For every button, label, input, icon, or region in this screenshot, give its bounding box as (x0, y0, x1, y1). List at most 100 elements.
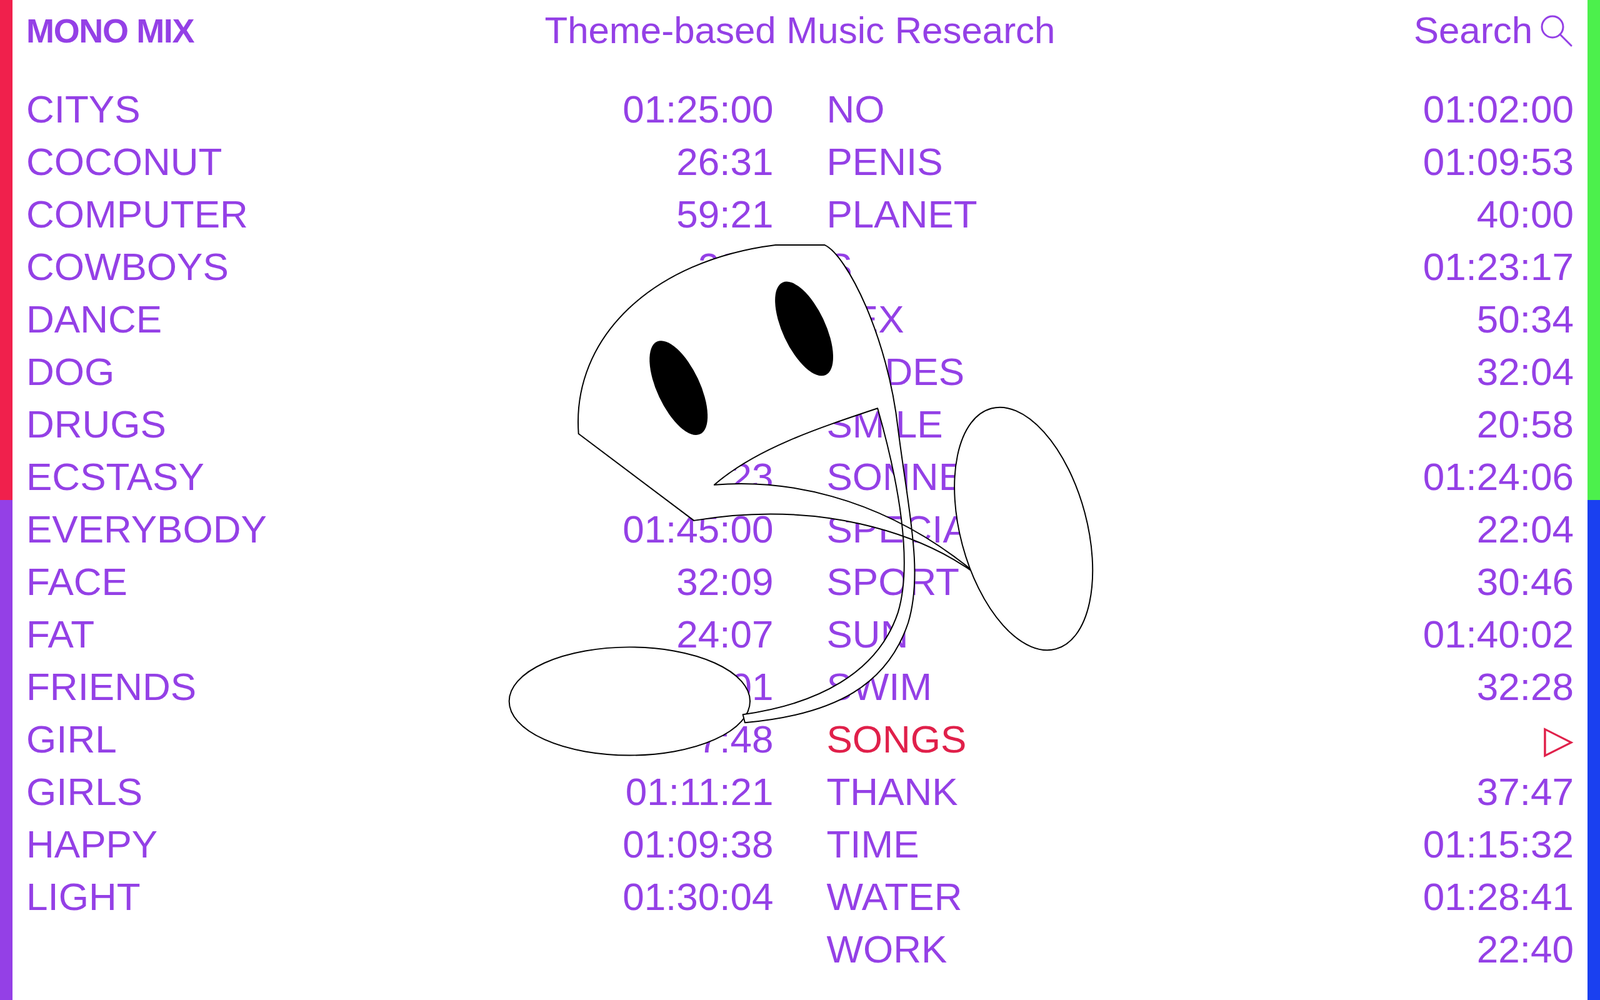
play-button[interactable]: ▷ (1543, 713, 1574, 766)
theme-name[interactable]: COMPUTER (26, 188, 249, 241)
duration: 01:24:06 (1423, 450, 1574, 504)
theme-row[interactable]: TIME 01:15:32 (826, 818, 1575, 871)
theme-name[interactable]: HAPPY (26, 818, 158, 871)
theme-row[interactable]: PENIS 01:09:53 (826, 135, 1575, 189)
theme-name[interactable]: FACE (26, 555, 128, 609)
logo[interactable]: MONO MIX (26, 7, 194, 54)
theme-row[interactable]: HAPPY 01:09:38 (26, 818, 774, 871)
theme-name[interactable]: PENIS (826, 135, 944, 189)
theme-name[interactable]: PLANET (826, 188, 978, 241)
duration: 01:23:17 (1423, 240, 1574, 294)
site-title: Theme-based Music Research (544, 7, 1055, 54)
theme-name[interactable]: GIRL (26, 713, 117, 766)
theme-name[interactable]: LIGHT (26, 870, 141, 924)
theme-row[interactable]: COWBOYS 23:5 (26, 240, 774, 294)
duration: 20:58 (1476, 398, 1574, 451)
theme-row[interactable]: NO 01:02:00 (826, 83, 1575, 136)
theme-name[interactable]: SONNE (826, 450, 965, 504)
theme-name[interactable]: WORK (826, 923, 948, 976)
theme-row[interactable]: GIRLS 01:11:21 (26, 765, 774, 819)
duration: 32:04 (1476, 345, 1574, 399)
duration: 01:09:38 (622, 818, 774, 871)
theme-row[interactable]: FRIENDS01 (26, 660, 774, 714)
duration: 24:07 (676, 608, 774, 661)
theme-column: NO 01:02:00 PENIS 01:09:53 PLANET 40:00 S 01:23… (826, 83, 1575, 976)
theme-name[interactable]: TIME (826, 818, 920, 871)
theme-name[interactable]: S (826, 240, 853, 294)
theme-row[interactable]: PLANET 40:00 (826, 188, 1575, 241)
duration: 01:28:41 (1423, 870, 1574, 924)
theme-row[interactable]: LIGHT 01:30:04 (26, 870, 774, 924)
theme-row[interactable]: DANCE (26, 293, 774, 346)
theme-row[interactable]: SMILE 20:58 (826, 398, 1575, 451)
theme-row[interactable]: EVERYBODY01:45:00 (26, 503, 774, 556)
smiley-mascot-icon (508, 241, 1095, 763)
theme-row[interactable]: SONGS ▷ (826, 713, 1575, 766)
right-color-bar (1587, 0, 1600, 1000)
header: MONO MIX Theme-based Music Research Sear… (26, 0, 1574, 84)
theme-name[interactable]: SPORT (826, 555, 960, 609)
theme-name[interactable]: SUN (826, 608, 909, 661)
theme-row[interactable]: SPORT30:46 (826, 555, 1575, 609)
theme-name[interactable]: ECSTASY (26, 450, 205, 504)
search-label[interactable]: Search (1413, 7, 1533, 54)
theme-name[interactable]: WATER (826, 870, 963, 924)
theme-row[interactable]: SLIDES 32:04 (826, 345, 1575, 399)
theme-row[interactable]: SONNE 01:24:06 (826, 450, 1575, 504)
theme-name[interactable]: SONGS (826, 713, 967, 766)
theme-name[interactable]: SPECIAL (826, 503, 991, 556)
theme-row[interactable]: ECSTASY 23 (26, 450, 774, 504)
theme-name[interactable]: DANCE (26, 293, 162, 346)
duration: 23:5 (698, 240, 774, 294)
duration: 32:09 (676, 555, 774, 609)
duration: 59:21 (676, 188, 774, 241)
duration: 01:02:00 (1423, 83, 1574, 136)
duration: 22:40 (1476, 923, 1574, 976)
duration: 01:40:02 (1423, 608, 1574, 661)
theme-lists: CITYS01:25:00COCONUT26:31COMPUTER59:21CO… (26, 83, 1574, 976)
duration: 26:31 (676, 135, 774, 189)
theme-row[interactable]: COCONUT 26:31 (26, 135, 774, 189)
theme-row[interactable]: THANK37:47 (826, 765, 1575, 819)
duration: 50:34 (1476, 293, 1574, 346)
theme-row[interactable]: FACE 32:09 (26, 555, 774, 609)
theme-name[interactable]: NO (826, 83, 885, 136)
duration: 23 (730, 450, 774, 504)
theme-name[interactable]: CITYS (26, 83, 141, 136)
main-area: MONO MIX Theme-based Music Research Sear… (12, 0, 1588, 1000)
theme-name[interactable]: EVERYBODY (26, 503, 267, 556)
duration: 01:09:53 (1423, 135, 1574, 189)
theme-name[interactable]: SEX (826, 293, 905, 346)
theme-row[interactable]: FAT 24:07 (26, 608, 774, 661)
theme-row[interactable]: WORK 22:40 (826, 923, 1575, 976)
theme-row[interactable]: GIRL7:48 (26, 713, 774, 766)
duration: 01:30:04 (622, 870, 774, 924)
theme-row[interactable]: SPECIAL22:04 (826, 503, 1575, 556)
duration: 01:15:32 (1423, 818, 1574, 871)
theme-row[interactable]: DOG (26, 345, 774, 399)
theme-name[interactable]: COCONUT (26, 135, 222, 189)
theme-name[interactable]: SMILE (826, 398, 944, 451)
theme-row[interactable]: S 01:23:17 (826, 240, 1575, 294)
theme-row[interactable]: WATER 01:28:41 (826, 870, 1575, 924)
theme-row[interactable]: CITYS01:25:00 (26, 83, 774, 136)
theme-name[interactable]: DRUGS (26, 398, 167, 451)
theme-name[interactable]: GIRLS (26, 765, 143, 819)
theme-row[interactable]: SWIM32:28 (826, 660, 1575, 714)
duration: 01:11:21 (625, 765, 774, 819)
theme-name[interactable]: SWIM (826, 660, 933, 714)
theme-name[interactable]: SLIDES (826, 345, 965, 399)
search-button[interactable]: Search (1413, 7, 1574, 54)
duration: 40:00 (1476, 188, 1574, 241)
left-color-bar (0, 0, 13, 1000)
theme-name[interactable]: FAT (26, 608, 95, 661)
theme-name[interactable]: DOG (26, 345, 115, 399)
theme-row[interactable]: COMPUTER 59:21 (26, 188, 774, 241)
theme-name[interactable]: FRIENDS (26, 660, 197, 714)
theme-name[interactable]: THANK (826, 765, 959, 819)
theme-name[interactable]: COWBOYS (26, 240, 229, 294)
theme-row[interactable]: SUN 01:40:02 (826, 608, 1575, 661)
theme-row[interactable]: DRUGS (26, 398, 774, 451)
magnifier-icon[interactable] (1538, 13, 1574, 49)
theme-row[interactable]: SEX 50:34 (826, 293, 1575, 346)
